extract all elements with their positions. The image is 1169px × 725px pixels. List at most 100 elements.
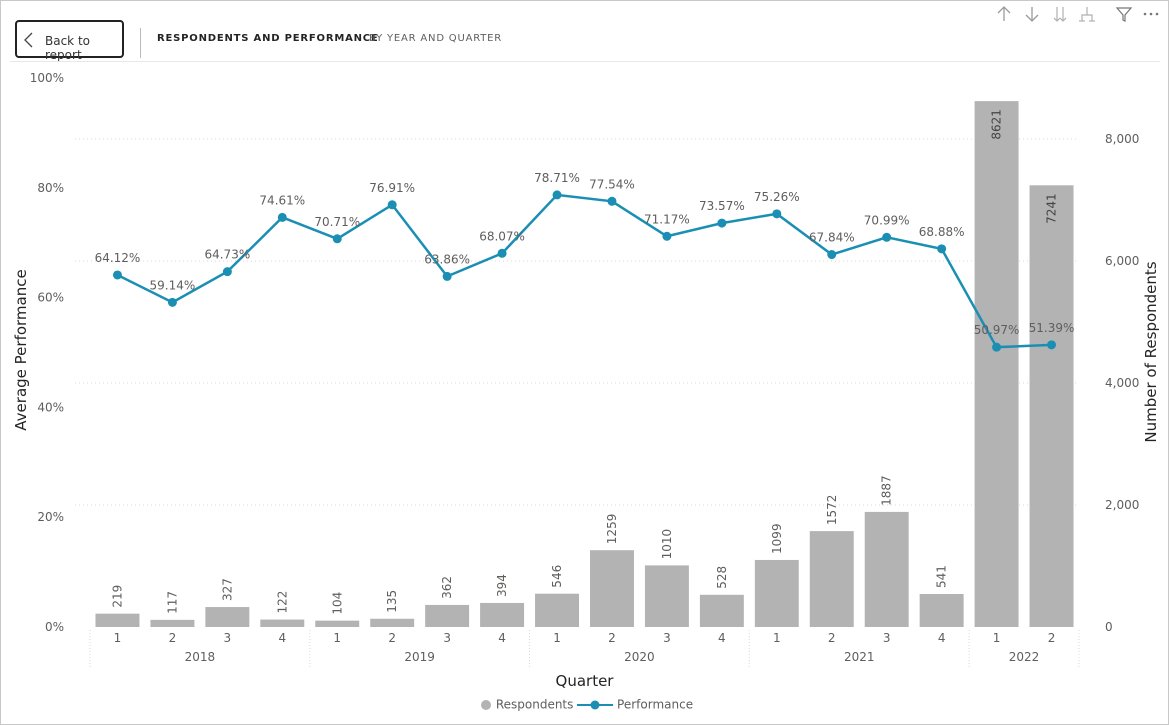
line-data-label: 71.17% xyxy=(644,212,690,226)
bar-data-label: 135 xyxy=(385,590,399,613)
line-data-label: 74.61% xyxy=(259,193,305,207)
bar-respondents xyxy=(754,559,799,627)
left-axis-tick-label: 100% xyxy=(30,71,64,85)
x-tick-quarter-label: 2 xyxy=(828,631,836,645)
line-point-performance xyxy=(277,212,287,222)
bar-respondents xyxy=(370,618,415,627)
bar-respondents xyxy=(95,613,140,627)
bar-respondents xyxy=(589,550,634,627)
bar-respondents xyxy=(480,602,525,627)
bar-respondents xyxy=(315,620,360,627)
line-data-label: 68.88% xyxy=(919,225,965,239)
line-data-label: 73.57% xyxy=(699,199,745,213)
bar-data-label: 117 xyxy=(165,591,179,614)
line-data-label: 59.14% xyxy=(150,278,196,292)
chart-legend: Respondents Performance xyxy=(480,697,693,713)
line-data-label: 70.99% xyxy=(864,213,910,227)
left-axis-tick-label: 0% xyxy=(45,620,64,634)
line-point-performance xyxy=(1047,340,1057,350)
line-point-performance xyxy=(112,270,122,280)
x-tick-quarter-label: 2 xyxy=(608,631,616,645)
line-point-performance xyxy=(662,231,672,241)
line-point-performance xyxy=(607,196,617,206)
line-data-label: 75.26% xyxy=(754,190,800,204)
bar-data-label: 1887 xyxy=(880,475,894,506)
right-axis-title: Number of Respondents xyxy=(1142,261,1160,442)
line-point-performance xyxy=(442,271,452,281)
bar-respondents xyxy=(644,565,689,627)
right-axis-tick-label: 6,000 xyxy=(1105,254,1139,268)
x-tick-quarter-label: 1 xyxy=(993,631,1001,645)
bar-respondents xyxy=(864,511,909,627)
bar-respondents xyxy=(1029,185,1074,627)
line-point-performance xyxy=(497,248,507,258)
bar-data-label: 327 xyxy=(220,578,234,601)
x-axis-title: Quarter xyxy=(556,672,615,690)
line-point-performance xyxy=(222,267,232,277)
x-tick-year-label: 2020 xyxy=(624,650,655,664)
line-data-label: 70.71% xyxy=(314,215,360,229)
bar-data-label: 7241 xyxy=(1045,193,1059,224)
x-tick-quarter-label: 4 xyxy=(938,631,946,645)
right-axis-tick-label: 0 xyxy=(1105,620,1113,634)
x-tick-year-label: 2019 xyxy=(404,650,435,664)
bar-data-label: 1259 xyxy=(605,514,619,545)
line-point-performance xyxy=(332,234,342,244)
x-tick-quarter-label: 3 xyxy=(443,631,451,645)
x-tick-quarter-label: 1 xyxy=(114,631,122,645)
line-point-performance xyxy=(937,244,947,254)
x-tick-quarter-label: 2 xyxy=(388,631,396,645)
legend-label-respondents: Respondents xyxy=(495,697,574,712)
line-performance xyxy=(116,193,1052,349)
bar-data-label: 541 xyxy=(935,565,949,588)
combo-chart: 0 2,000 4,000 6,000 8,000 0% 20% 40% 60% 80% 100% A… xyxy=(12,71,1160,690)
x-tick-year-label: 2018 xyxy=(185,650,216,664)
right-axis-tick-label: 4,000 xyxy=(1105,376,1139,390)
bar-respondents xyxy=(535,593,580,627)
bar-data-label: 528 xyxy=(715,566,729,589)
left-axis-tick-label: 60% xyxy=(37,291,64,305)
bar-data-label: 1099 xyxy=(770,523,784,554)
bar-respondents xyxy=(150,619,195,627)
x-tick-quarter-label: 4 xyxy=(498,631,506,645)
bar-respondents xyxy=(809,531,854,627)
x-tick-quarter-label: 3 xyxy=(224,631,232,645)
line-data-label: 63.86% xyxy=(424,252,470,266)
right-axis-tick-label: 8,000 xyxy=(1105,132,1139,146)
x-tick-year-label: 2021 xyxy=(844,650,875,664)
bar-data-label: 1010 xyxy=(660,529,674,560)
line-data-label: 78.71% xyxy=(534,171,580,185)
x-tick-quarter-label: 1 xyxy=(553,631,561,645)
line-point-performance xyxy=(387,200,397,210)
legend-label-performance: Performance xyxy=(617,697,694,712)
right-axis-tick-label: 2,000 xyxy=(1105,498,1139,512)
line-data-label: 67.84% xyxy=(809,231,855,245)
line-data-label: 51.39% xyxy=(1029,321,1075,335)
x-tick-quarter-label: 2 xyxy=(169,631,177,645)
left-axis-tick-label: 80% xyxy=(37,181,64,195)
x-tick-quarter-label: 3 xyxy=(883,631,891,645)
x-tick-quarter-label: 4 xyxy=(278,631,286,645)
line-data-label: 76.91% xyxy=(369,181,415,195)
x-tick-quarter-label: 3 xyxy=(663,631,671,645)
left-axis-title: Average Performance xyxy=(12,269,30,430)
bar-respondents xyxy=(974,101,1019,627)
line-data-label: 50.97% xyxy=(974,323,1020,337)
line-data-label: 77.54% xyxy=(589,177,635,191)
line-data-label: 64.73% xyxy=(204,248,250,262)
line-point-performance xyxy=(717,218,727,228)
line-point-performance xyxy=(992,342,1002,352)
x-tick-quarter-label: 2 xyxy=(1048,631,1056,645)
bar-respondents xyxy=(919,593,964,627)
bar-data-label: 394 xyxy=(495,574,509,597)
bar-data-label: 362 xyxy=(440,576,454,599)
bar-data-label: 1572 xyxy=(825,495,839,526)
bar-respondents xyxy=(699,594,744,627)
bar-data-label: 8621 xyxy=(990,109,1004,140)
legend-marker-respondents xyxy=(481,699,491,710)
bar-respondents xyxy=(205,607,250,627)
x-tick-quarter-label: 1 xyxy=(773,631,781,645)
bar-data-label: 122 xyxy=(275,591,289,614)
line-point-performance xyxy=(167,297,177,307)
line-point-performance xyxy=(552,190,562,200)
